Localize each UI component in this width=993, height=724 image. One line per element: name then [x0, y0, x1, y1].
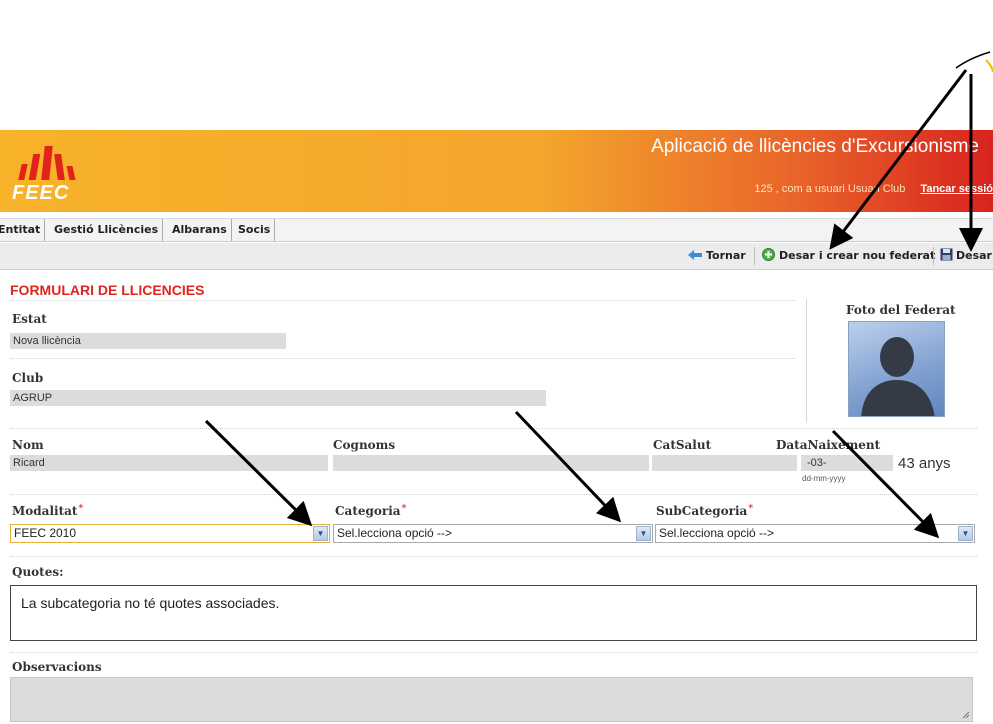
estat-field: Nova llicència [10, 333, 286, 349]
estat-label: Estat [12, 312, 47, 326]
quotes-label: Quotes: [12, 565, 64, 579]
logo-bar [18, 164, 28, 180]
subcategoria-value: Sel.lecciona opció --> [659, 526, 775, 540]
subcategoria-label: SubCategoria* [656, 504, 753, 518]
logo-text: FEEC [12, 182, 70, 204]
logo-bar [28, 154, 41, 180]
divider [10, 358, 795, 359]
modalitat-select[interactable]: FEEC 2010 ▼ [10, 524, 330, 543]
required-mark: * [78, 504, 84, 514]
nav-tab-gestio-llicencies[interactable]: Gestió Llicències [50, 219, 164, 241]
app-header: FEEC Aplicació de llicències d'Excursion… [0, 130, 993, 212]
photo-label: Foto del Federat [846, 303, 956, 317]
photo-divider [806, 299, 807, 423]
observacions-textarea[interactable] [10, 677, 973, 722]
annotation-mark [985, 59, 993, 73]
annotation-arrow [204, 419, 313, 527]
age-text: 43 anys [898, 455, 951, 472]
categoria-label: Categoria* [335, 504, 406, 518]
logo-bar [54, 154, 65, 180]
divider [10, 556, 977, 557]
nav-tab-entitat[interactable]: Entitat [0, 219, 46, 241]
nav-tab-albarans[interactable]: Albarans [168, 219, 232, 241]
modalitat-label-text: Modalitat [12, 504, 78, 518]
catsalut-label: CatSalut [653, 438, 712, 452]
toolbar-divider [754, 247, 755, 265]
logout-link[interactable]: Tancar sessió [920, 183, 993, 195]
required-mark: * [401, 504, 407, 514]
observacions-label: Observacions [12, 660, 102, 674]
save-and-new-label: Desar i crear nou federat [779, 249, 936, 262]
divider [10, 300, 795, 301]
save-and-new-button[interactable]: Desar i crear nou federat [762, 247, 935, 265]
categoria-label-text: Categoria [335, 504, 401, 518]
back-button[interactable]: Tornar [687, 247, 746, 265]
arrow-left-icon [688, 250, 702, 260]
chevron-down-icon[interactable]: ▼ [958, 526, 973, 541]
chevron-down-icon[interactable]: ▼ [313, 526, 328, 541]
divider [10, 652, 977, 653]
subcategoria-select[interactable]: Sel.lecciona opció --> ▼ [655, 524, 975, 543]
quotes-message: La subcategoria no té quotes associades. [21, 595, 280, 611]
user-info: 125 , com a usuari Usuari Club Tancar se… [754, 183, 993, 195]
birthdate-label: DataNaixement [776, 438, 881, 452]
annotation-brace [955, 51, 991, 69]
floppy-disk-icon [940, 248, 953, 261]
user-info-text: 125 , com a usuari Usuari Club [754, 183, 906, 195]
action-toolbar: Tornar Desar i crear nou federat Desar [0, 243, 993, 270]
quotes-box: La subcategoria no té quotes associades. [10, 585, 977, 641]
catsalut-field[interactable] [652, 455, 797, 471]
person-silhouette-icon [861, 337, 935, 416]
feec-logo[interactable]: FEEC [4, 130, 94, 210]
save-label: Desar [956, 249, 992, 262]
required-mark: * [748, 504, 754, 514]
logo-bar [41, 146, 53, 180]
add-circle-icon [762, 248, 775, 261]
divider [10, 428, 977, 429]
save-button[interactable]: Desar [940, 247, 992, 265]
form-title: FORMULARI DE LLICENCIES [10, 282, 205, 298]
federat-photo-placeholder[interactable] [848, 321, 945, 417]
divider [10, 494, 977, 495]
main-nav: Entitat Gestió Llicències Albarans Socis [0, 218, 993, 242]
nom-field[interactable]: Ricard [10, 455, 328, 471]
app-title: Aplicació de llicències d'Excursionisme [651, 136, 979, 157]
categoria-value: Sel.lecciona opció --> [337, 526, 453, 540]
chevron-down-icon[interactable]: ▼ [636, 526, 651, 541]
club-label: Club [12, 371, 44, 385]
birthdate-field[interactable]: -03- [801, 455, 893, 471]
nom-label: Nom [12, 438, 44, 452]
cognoms-field[interactable] [333, 455, 649, 471]
club-field: AGRUP [10, 390, 546, 406]
resize-handle-icon[interactable] [962, 711, 970, 719]
toolbar-divider [933, 247, 934, 265]
nav-tab-socis[interactable]: Socis [234, 219, 276, 241]
cognoms-label: Cognoms [333, 438, 396, 452]
modalitat-label: Modalitat* [12, 504, 83, 518]
birthdate-format-hint: dd-mm-yyyy [802, 474, 846, 483]
categoria-select[interactable]: Sel.lecciona opció --> ▼ [333, 524, 653, 543]
modalitat-value: FEEC 2010 [14, 526, 77, 540]
back-label: Tornar [706, 249, 746, 262]
subcategoria-label-text: SubCategoria [656, 504, 748, 518]
logo-bar [66, 166, 76, 180]
